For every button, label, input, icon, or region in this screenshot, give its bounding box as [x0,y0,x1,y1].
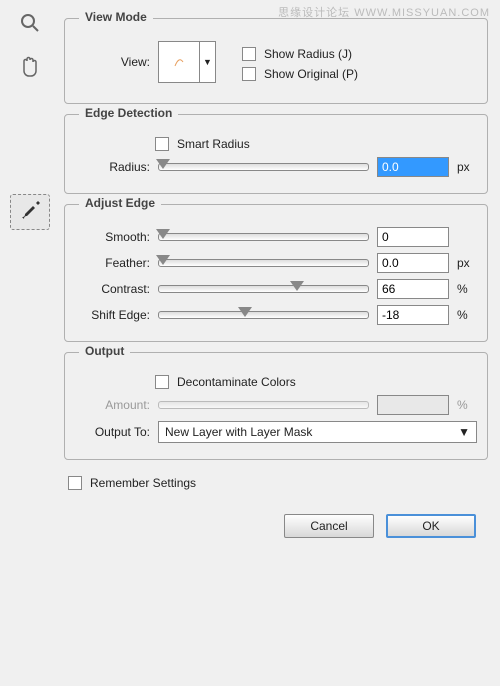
output-to-label: Output To: [75,425,150,439]
view-swatch[interactable] [158,41,200,83]
hand-icon [18,55,42,86]
smart-radius-checkbox[interactable] [155,137,169,151]
remember-settings-checkbox[interactable] [68,476,82,490]
view-mode-legend: View Mode [79,10,153,24]
smooth-slider[interactable] [158,233,369,241]
view-mode-group: View Mode View: ▼ Show Radius (J) [64,18,488,104]
show-radius-checkbox[interactable] [242,47,256,61]
show-original-label: Show Original (P) [264,67,358,81]
shift-edge-input[interactable] [377,305,449,325]
feather-slider[interactable] [158,259,369,267]
output-legend: Output [79,344,130,358]
shift-edge-slider[interactable] [158,311,369,319]
output-group: Output Decontaminate Colors Amount: % Ou… [64,352,488,460]
chevron-down-icon: ▼ [458,425,470,439]
view-label: View: [75,41,150,69]
show-radius-label: Show Radius (J) [264,47,352,61]
amount-unit: % [457,398,477,412]
edge-detection-legend: Edge Detection [79,106,178,120]
radius-label: Radius: [75,160,150,174]
zoom-tool[interactable] [10,8,50,44]
decontaminate-checkbox[interactable] [155,375,169,389]
view-dropdown[interactable]: ▼ [200,41,216,83]
shift-edge-unit: % [457,308,477,322]
show-original-checkbox[interactable] [242,67,256,81]
radius-input[interactable] [377,157,449,177]
radius-unit: px [457,160,477,174]
edge-detection-group: Edge Detection Smart Radius Radius: px [64,114,488,194]
output-to-value: New Layer with Layer Mask [165,425,312,439]
contrast-input[interactable] [377,279,449,299]
adjust-edge-group: Adjust Edge Smooth: Feather: px Contrast… [64,204,488,342]
output-to-select[interactable]: New Layer with Layer Mask ▼ [158,421,477,443]
feather-label: Feather: [75,256,150,270]
hand-tool[interactable] [10,52,50,88]
radius-slider[interactable] [158,163,369,171]
amount-slider [158,401,369,409]
ok-button[interactable]: OK [386,514,476,538]
amount-input [377,395,449,415]
brush-icon [18,197,42,228]
smooth-input[interactable] [377,227,449,247]
amount-label: Amount: [75,398,150,412]
feather-input[interactable] [377,253,449,273]
decontaminate-label: Decontaminate Colors [177,375,296,389]
contrast-slider[interactable] [158,285,369,293]
brush-tool[interactable] [10,194,50,230]
feather-unit: px [457,256,477,270]
magnifier-icon [18,11,42,42]
cancel-button[interactable]: Cancel [284,514,374,538]
smooth-label: Smooth: [75,230,150,244]
contrast-unit: % [457,282,477,296]
adjust-edge-legend: Adjust Edge [79,196,161,210]
contrast-label: Contrast: [75,282,150,296]
smart-radius-label: Smart Radius [177,137,250,151]
remember-settings-label: Remember Settings [90,476,196,490]
shift-edge-label: Shift Edge: [75,308,150,322]
